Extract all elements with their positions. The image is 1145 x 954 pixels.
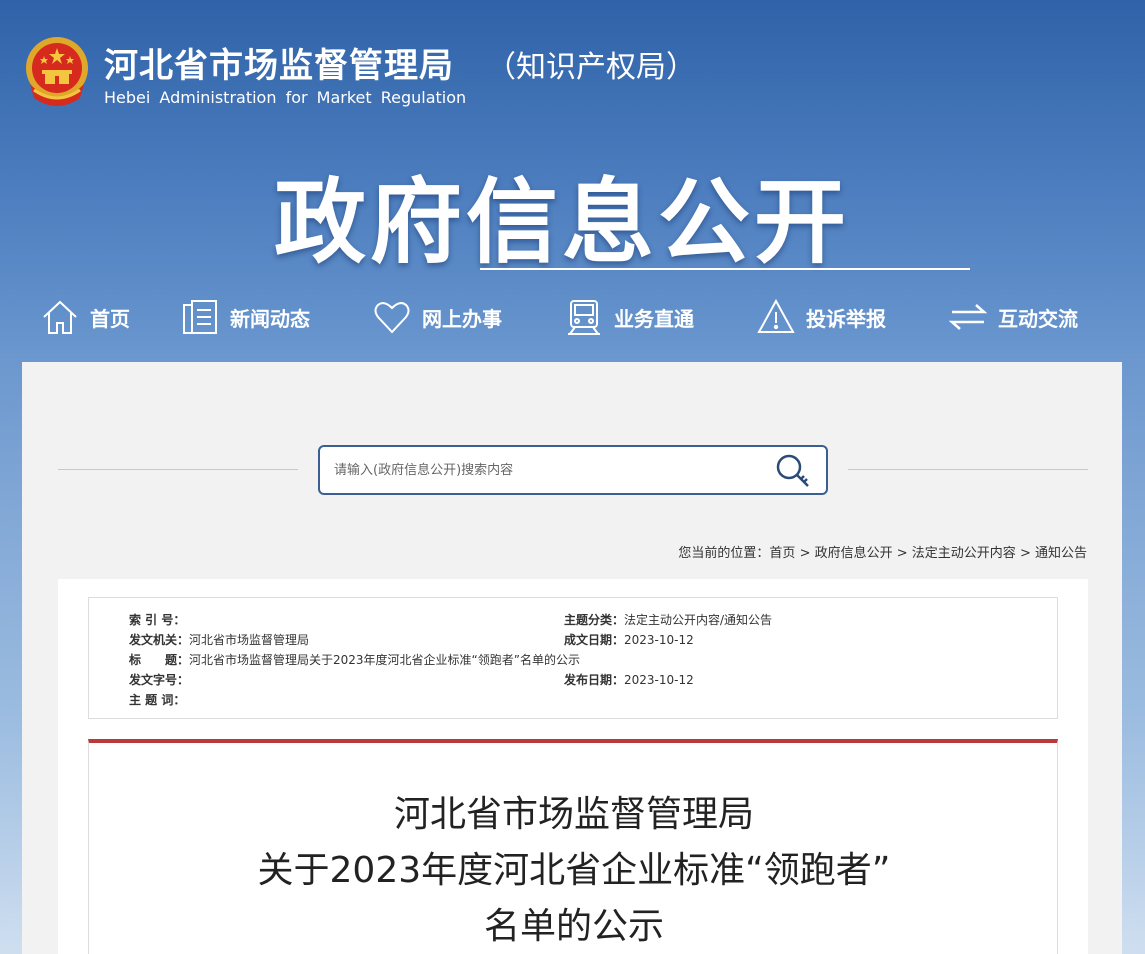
meta-created-date: 成文日期：2023-10-12 bbox=[564, 631, 694, 648]
meta-doc-no: 发文字号： bbox=[129, 671, 189, 688]
meta-key: 索 引 号： bbox=[129, 613, 186, 627]
nav-label: 新闻动态 bbox=[230, 306, 310, 331]
meta-value: 河北省市场监督管理局 bbox=[189, 633, 310, 647]
article-title-line: 名单的公示 bbox=[483, 906, 664, 947]
meta-key: 标 题： bbox=[129, 653, 190, 667]
search-icon[interactable] bbox=[774, 453, 812, 489]
banner-divider bbox=[480, 268, 970, 270]
document-metadata: 索 引 号： 主题分类：法定主动公开内容/通知公告 发文机关：河北省市场监督管理… bbox=[88, 597, 1058, 719]
meta-key: 发文字号： bbox=[129, 673, 190, 687]
meta-value: 2023-10-12 bbox=[624, 673, 694, 687]
search-box bbox=[318, 445, 828, 495]
site-title: 河北省市场监督管理局 bbox=[104, 46, 454, 86]
breadcrumb-separator: > bbox=[1015, 546, 1035, 561]
exchange-icon bbox=[948, 304, 988, 330]
nav-item-complaint[interactable]: 投诉举报 bbox=[756, 294, 886, 340]
meta-published-date: 发布日期：2023-10-12 bbox=[564, 671, 694, 688]
home-icon bbox=[43, 300, 77, 334]
meta-key: 主 题 词： bbox=[129, 693, 186, 707]
breadcrumb-separator: > bbox=[795, 546, 815, 561]
meta-value: 2023-10-12 bbox=[624, 633, 694, 647]
article-body: 河北省市场监督管理局 关于2023年度河北省企业标准“领跑者” 名单的公示 bbox=[88, 739, 1058, 954]
breadcrumb-item-home[interactable]: 首页 bbox=[769, 546, 795, 561]
article-title: 河北省市场监督管理局 关于2023年度河北省企业标准“领跑者” 名单的公示 bbox=[89, 787, 1059, 954]
nav-item-online-service[interactable]: 网上办事 bbox=[372, 294, 502, 340]
article-title-line: 河北省市场监督管理局 bbox=[393, 794, 754, 835]
breadcrumb-item-statutory[interactable]: 法定主动公开内容 bbox=[912, 546, 1016, 561]
article-title-line: 关于2023年度河北省企业标准“领跑者” bbox=[257, 850, 891, 891]
search-input[interactable] bbox=[334, 459, 754, 481]
breadcrumb-prefix: 您当前的位置： bbox=[678, 546, 770, 561]
content-panel: 您当前的位置：首页 > 政府信息公开 > 法定主动公开内容 > 通知公告 索 引… bbox=[22, 362, 1122, 954]
train-icon bbox=[568, 300, 600, 335]
article-container: 索 引 号： 主题分类：法定主动公开内容/通知公告 发文机关：河北省市场监督管理… bbox=[58, 579, 1088, 954]
meta-value: 河北省市场监督管理局关于2023年度河北省企业标准“领跑者”名单的公示 bbox=[189, 653, 580, 667]
meta-key: 成文日期： bbox=[564, 633, 625, 647]
search-divider-left bbox=[58, 469, 298, 470]
search-divider-right bbox=[848, 469, 1088, 470]
meta-key: 主题分类： bbox=[564, 613, 625, 627]
breadcrumb-item-notices[interactable]: 通知公告 bbox=[1035, 546, 1087, 561]
meta-keywords: 主 题 词： bbox=[129, 691, 185, 708]
meta-key: 发文机关： bbox=[129, 633, 190, 647]
meta-title: 标 题：河北省市场监督管理局关于2023年度河北省企业标准“领跑者”名单的公示 bbox=[129, 651, 580, 668]
breadcrumb: 您当前的位置：首页 > 政府信息公开 > 法定主动公开内容 > 通知公告 bbox=[678, 542, 1087, 561]
nav-label: 首页 bbox=[90, 306, 130, 331]
nav-item-business[interactable]: 业务直通 bbox=[564, 294, 694, 340]
meta-issuer: 发文机关：河北省市场监督管理局 bbox=[129, 631, 309, 648]
nav-label: 投诉举报 bbox=[806, 306, 886, 331]
site-title-english: Hebei Administration for Market Regulati… bbox=[104, 88, 467, 107]
banner-title: 政府信息公开 bbox=[274, 169, 851, 276]
meta-key: 发布日期： bbox=[564, 673, 625, 687]
meta-index-no: 索 引 号： bbox=[129, 611, 185, 628]
nav-label: 网上办事 bbox=[422, 306, 502, 331]
nav-item-interaction[interactable]: 互动交流 bbox=[948, 294, 1078, 340]
breadcrumb-item-gov-info[interactable]: 政府信息公开 bbox=[815, 546, 893, 561]
nav-label: 业务直通 bbox=[614, 306, 694, 331]
site-header: 河北省市场监督管理局 （知识产权局） Hebei Administration … bbox=[0, 0, 1145, 362]
main-nav: 首页 新闻动态 网上办事 业务直通 投诉举报 互动交流 bbox=[40, 294, 1120, 340]
breadcrumb-separator: > bbox=[892, 546, 912, 561]
site-subtitle: （知识产权局） bbox=[486, 50, 696, 85]
meta-value: 法定主动公开内容/通知公告 bbox=[624, 613, 773, 627]
nav-item-news[interactable]: 新闻动态 bbox=[180, 294, 310, 340]
document-icon bbox=[183, 300, 217, 334]
national-emblem-icon bbox=[26, 37, 88, 106]
warning-icon bbox=[757, 298, 795, 333]
heart-icon bbox=[374, 302, 410, 334]
meta-category: 主题分类：法定主动公开内容/通知公告 bbox=[564, 611, 772, 628]
nav-item-home[interactable]: 首页 bbox=[40, 294, 130, 340]
nav-label: 互动交流 bbox=[998, 306, 1078, 331]
